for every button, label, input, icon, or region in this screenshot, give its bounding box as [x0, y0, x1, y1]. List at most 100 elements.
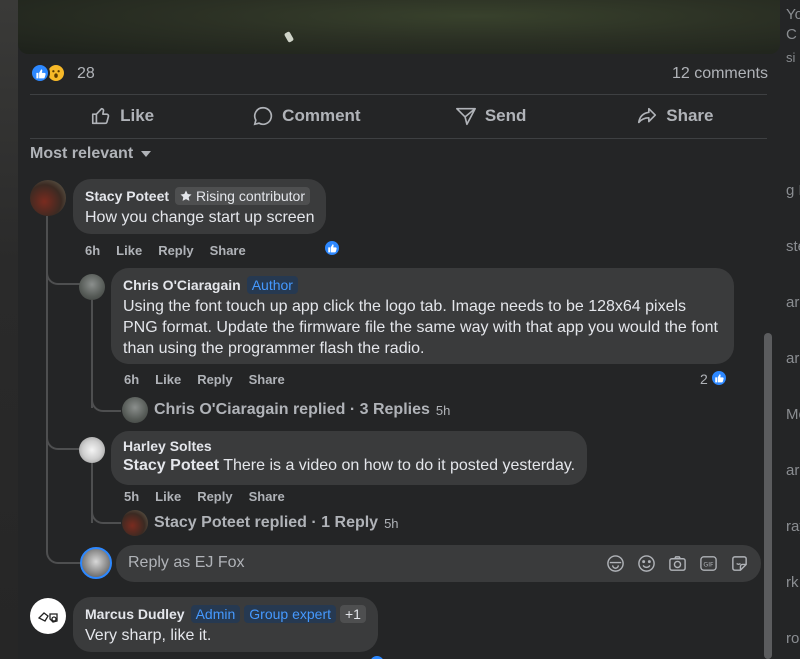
peek-text: rk — [786, 574, 799, 591]
svg-text:GIF: GIF — [703, 561, 714, 568]
reply-placeholder: Reply as EJ Fox — [128, 554, 245, 571]
thread-connector — [91, 395, 121, 412]
share-arrow-icon — [638, 107, 657, 124]
peek-text: si — [786, 50, 796, 65]
comment-actions: 5h Like Reply Share — [124, 489, 285, 504]
like-reaction-icon — [30, 63, 50, 83]
comment-bubble: Harley Soltes Stacy Poteet There is a vi… — [111, 431, 588, 485]
avatar[interactable] — [30, 598, 66, 634]
comment-text: How you change start up screen — [85, 209, 315, 226]
comment-reply-link[interactable]: Reply — [197, 372, 232, 387]
badge-label: Rising contributor — [196, 187, 305, 204]
comment-author[interactable]: Harley Soltes — [123, 438, 575, 455]
comment-count[interactable]: 12 comments — [672, 65, 768, 83]
current-user-avatar[interactable] — [80, 547, 112, 579]
reply-input[interactable]: Reply as EJ Fox GIF — [116, 545, 761, 582]
thread-line — [91, 300, 93, 408]
post-panel: 28 12 comments Like Comment Send Share M… — [18, 0, 782, 659]
caret-down-icon — [141, 151, 152, 157]
star-icon — [180, 190, 192, 201]
thread-connector — [91, 510, 121, 524]
view-replies-link[interactable]: Stacy Poteet replied · 1 Reply 5h — [122, 510, 399, 536]
comment-author[interactable]: Chris O'Ciaragain — [123, 277, 241, 293]
comment-button[interactable]: Comment — [214, 96, 398, 136]
peek-text: ro — [786, 630, 800, 647]
comment-like-link[interactable]: Like — [155, 489, 181, 504]
camera-icon[interactable] — [668, 554, 687, 573]
author-badge[interactable]: Author — [246, 275, 298, 294]
like-reaction-icon[interactable] — [368, 654, 386, 659]
like-label: Like — [120, 106, 155, 125]
rising-contributor-badge[interactable]: Rising contributor — [175, 186, 310, 205]
divider — [30, 138, 767, 139]
comment-bubble: Stacy Poteet Rising contributor How you … — [73, 179, 327, 234]
comment-share-link[interactable]: Share — [249, 372, 285, 387]
reactions-summary[interactable]: 28 12 comments — [30, 63, 768, 87]
avatar — [122, 510, 148, 536]
send-button[interactable]: Send — [399, 96, 583, 136]
like-button[interactable]: Like — [30, 96, 214, 136]
comment-reply-link[interactable]: Reply — [158, 243, 193, 258]
scrollbar-thumb[interactable] — [764, 333, 772, 659]
comment-like-link[interactable]: Like — [116, 243, 142, 258]
sticker-icon[interactable] — [730, 554, 749, 573]
share-label: Share — [666, 106, 714, 125]
comment-label: Comment — [282, 106, 361, 125]
thread-connector — [46, 540, 80, 564]
share-button[interactable]: Share — [583, 96, 767, 136]
post-action-bar: Like Comment Send Share — [30, 96, 767, 136]
peek-text: Mo — [786, 406, 800, 423]
send-label: Send — [484, 106, 527, 125]
mention-link[interactable]: Stacy Poteet — [123, 457, 219, 474]
comment-text: There is a video on how to do it posted … — [223, 457, 576, 474]
comment-actions: 6h Like Reply Share — [85, 243, 246, 258]
group-expert-badge[interactable]: Group expert — [244, 604, 336, 623]
replied-text: Stacy Poteet replied · 1 Reply — [154, 514, 379, 531]
avatar[interactable] — [30, 180, 66, 216]
peek-text: ard — [786, 350, 800, 367]
peek-text: ard — [786, 462, 800, 479]
peek-text: ste — [786, 238, 800, 255]
sort-dropdown[interactable]: Most relevant — [30, 145, 152, 163]
comment-time[interactable]: 6h — [85, 243, 100, 258]
comment-actions: 6h Like Reply Share — [124, 372, 285, 387]
comment-share-link[interactable]: Share — [249, 489, 285, 504]
more-badges[interactable]: +1 — [340, 604, 366, 623]
admin-badge[interactable]: Admin — [190, 604, 241, 623]
comment-like-link[interactable]: Like — [155, 372, 181, 387]
comment-text: Very sharp, like it. — [85, 627, 212, 644]
replied-time: 5h — [384, 515, 399, 531]
comment-bubble: Marcus Dudley Admin Group expert +1 Very… — [73, 597, 378, 652]
comment-reply-link[interactable]: Reply — [197, 489, 232, 504]
avatar[interactable] — [79, 437, 105, 463]
comment-author[interactable]: Marcus Dudley — [85, 606, 185, 622]
replied-text: Chris O'Ciaragain replied · 3 Replies — [154, 401, 430, 418]
avatar[interactable] — [79, 274, 105, 300]
divider — [30, 94, 767, 95]
peek-text: g R — [786, 182, 800, 199]
comment-bubble: Chris O'Ciaragain Author Using the font … — [111, 268, 734, 364]
reaction-count[interactable]: 28 — [77, 65, 95, 83]
gif-icon[interactable]: GIF — [699, 554, 718, 573]
comment-author[interactable]: Stacy Poteet — [85, 188, 169, 204]
peek-text: ard — [786, 294, 800, 311]
avatar-sticker-icon[interactable] — [606, 554, 625, 573]
comment-time[interactable]: 5h — [124, 489, 139, 504]
send-icon — [455, 107, 476, 126]
reaction-count[interactable]: 2 — [700, 371, 708, 387]
comment-share-link[interactable]: Share — [210, 243, 246, 258]
comment-text: Using the font touch up app click the lo… — [123, 298, 718, 357]
comment-time[interactable]: 6h — [124, 372, 139, 387]
view-replies-link[interactable]: Chris O'Ciaragain replied · 3 Replies 5h — [122, 397, 450, 423]
avatar — [122, 397, 148, 423]
emoji-icon[interactable] — [637, 554, 656, 573]
like-reaction-icon[interactable] — [710, 369, 728, 387]
like-reaction-icon[interactable] — [323, 239, 341, 257]
reply-tools: GIF — [606, 554, 749, 573]
peek-text: Yo — [786, 6, 800, 23]
background-photo-edge — [0, 0, 18, 659]
comment-bubble-icon — [253, 106, 273, 126]
replied-time: 5h — [435, 402, 451, 418]
peek-text: C — [786, 26, 797, 43]
post-photo[interactable] — [18, 0, 780, 54]
